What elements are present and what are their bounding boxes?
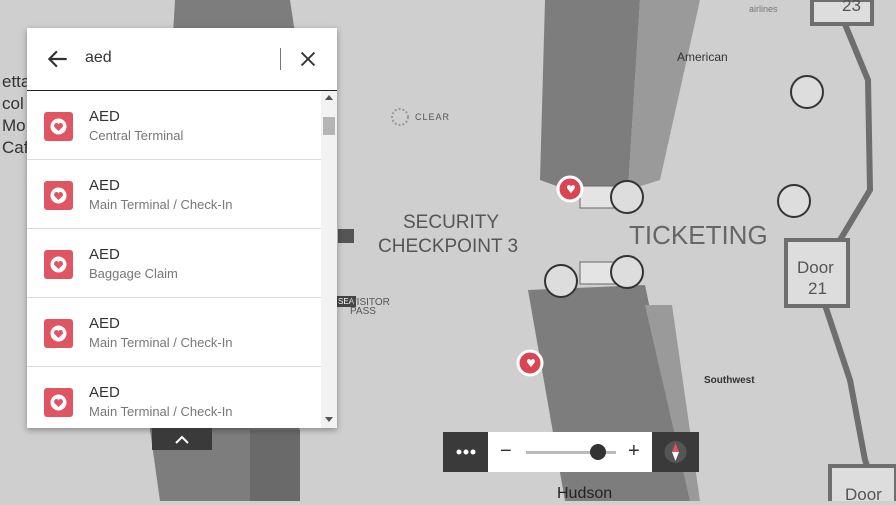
- result-item[interactable]: AED Main Terminal / Check-In: [27, 367, 321, 428]
- aed-icon: [44, 319, 73, 348]
- expand-panel-button[interactable]: [152, 428, 212, 450]
- result-subtitle: Central Terminal: [89, 128, 184, 143]
- zoom-control: − +: [488, 432, 652, 472]
- scroll-thumb[interactable]: [323, 117, 335, 135]
- map-label-pass: PASS: [350, 306, 376, 317]
- close-icon[interactable]: [297, 48, 319, 70]
- map-label-security: SECURITY: [403, 212, 500, 233]
- map-label-alaska: airlines: [749, 4, 778, 14]
- zoom-in-button[interactable]: +: [628, 441, 640, 461]
- result-item[interactable]: AED Main Terminal / Check-In: [27, 298, 321, 367]
- map-label-door-21-num: 21: [808, 279, 827, 298]
- map-label-ticketing: TICKETING: [629, 220, 768, 250]
- zoom-out-button[interactable]: −: [500, 441, 512, 461]
- result-item[interactable]: AED Central Terminal: [27, 91, 321, 160]
- result-subtitle: Baggage Claim: [89, 266, 178, 281]
- search-divider: [280, 48, 281, 70]
- compass-icon: [664, 441, 687, 463]
- map-label-cafe-3: Mo: [2, 116, 26, 135]
- result-title: AED: [89, 177, 120, 194]
- aed-icon: [44, 181, 73, 210]
- result-item[interactable]: AED Baggage Claim: [27, 229, 321, 298]
- zoom-slider-knob[interactable]: [590, 444, 606, 460]
- search-panel: aed AED Central Terminal AED Main Termin…: [27, 28, 337, 428]
- map-label-clear: CLEAR: [415, 112, 451, 122]
- aed-icon: [44, 388, 73, 417]
- aed-icon: [44, 250, 73, 279]
- result-item[interactable]: AED Main Terminal / Check-In: [27, 160, 321, 229]
- svg-text:♥: ♥: [566, 183, 576, 196]
- more-icon: [456, 449, 476, 455]
- map-label-door-top: 23: [842, 0, 861, 15]
- search-bar: aed: [27, 28, 337, 91]
- map-controls: − +: [443, 432, 699, 472]
- result-subtitle: Main Terminal / Check-In: [89, 404, 233, 419]
- result-title: AED: [89, 315, 120, 332]
- results-scrollbar[interactable]: [321, 91, 337, 428]
- map-label-door-21: Door: [797, 258, 834, 277]
- back-arrow-icon[interactable]: [45, 46, 71, 72]
- scroll-up-icon[interactable]: [325, 95, 333, 100]
- chevron-up-icon: [175, 435, 189, 444]
- map-label-cafe-4: Caf: [2, 138, 29, 157]
- svg-text:♥: ♥: [526, 357, 536, 370]
- map-label-cafe-2: col: [2, 94, 24, 113]
- map-label-checkpoint: CHECKPOINT 3: [378, 236, 519, 257]
- map-label-hudson: Hudson: [557, 485, 613, 502]
- result-subtitle: Main Terminal / Check-In: [89, 197, 233, 212]
- aed-icon: [44, 112, 73, 141]
- results-list[interactable]: AED Central Terminal AED Main Terminal /…: [27, 91, 321, 428]
- result-subtitle: Main Terminal / Check-In: [89, 335, 233, 350]
- result-title: AED: [89, 384, 120, 401]
- compass-button[interactable]: [652, 432, 699, 472]
- search-input[interactable]: aed: [85, 49, 112, 67]
- map-label-door-bottom: Door: [845, 485, 882, 504]
- result-title: AED: [89, 108, 120, 125]
- more-button[interactable]: [443, 432, 488, 472]
- result-title: AED: [89, 246, 120, 263]
- map-label-american: American: [677, 50, 728, 64]
- map-label-southwest: Southwest: [704, 375, 755, 386]
- scroll-down-icon[interactable]: [325, 417, 333, 422]
